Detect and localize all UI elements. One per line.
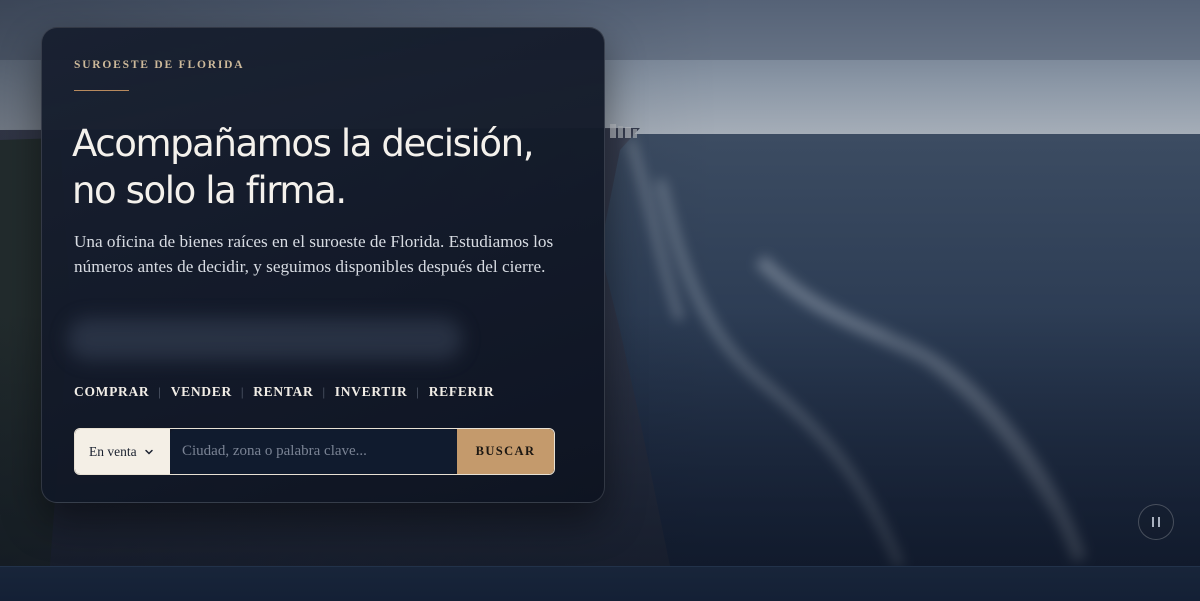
chevron-down-icon: [144, 449, 153, 455]
hero-eyebrow: SUROESTE DE FLORIDA: [74, 59, 245, 71]
search-button[interactable]: BUSCAR: [457, 429, 554, 474]
pause-icon: [1152, 517, 1154, 527]
property-search-form: En venta BUSCAR: [74, 428, 555, 475]
hero-card: SUROESTE DE FLORIDA Acompañamos la decis…: [41, 27, 605, 503]
link-invertir[interactable]: INVERTIR: [335, 384, 408, 400]
link-separator: |: [322, 384, 326, 399]
next-section-edge: [0, 566, 1200, 601]
blurred-placeholder-line: [68, 318, 462, 360]
link-comprar[interactable]: COMPRAR: [74, 384, 149, 400]
listing-type-select[interactable]: En venta: [75, 429, 170, 474]
listing-type-value: En venta: [89, 443, 137, 459]
hero-headline: Acompañamos la decisión, no solo la firm…: [72, 122, 534, 212]
eyebrow-divider: [74, 90, 129, 91]
link-separator: |: [416, 384, 420, 399]
link-separator: |: [158, 384, 162, 399]
action-links: COMPRAR | VENDER | RENTAR | INVERTIR | R…: [74, 384, 494, 400]
link-referir[interactable]: REFERIR: [429, 384, 495, 400]
search-input[interactable]: [170, 429, 457, 474]
pause-icon: [1158, 517, 1160, 527]
link-vender[interactable]: VENDER: [171, 384, 232, 400]
link-separator: |: [240, 384, 245, 399]
video-pause-button[interactable]: [1138, 504, 1174, 540]
hero-intro: Una oficina de bienes raíces en el suroe…: [74, 232, 554, 276]
link-rentar[interactable]: RENTAR: [253, 384, 313, 400]
